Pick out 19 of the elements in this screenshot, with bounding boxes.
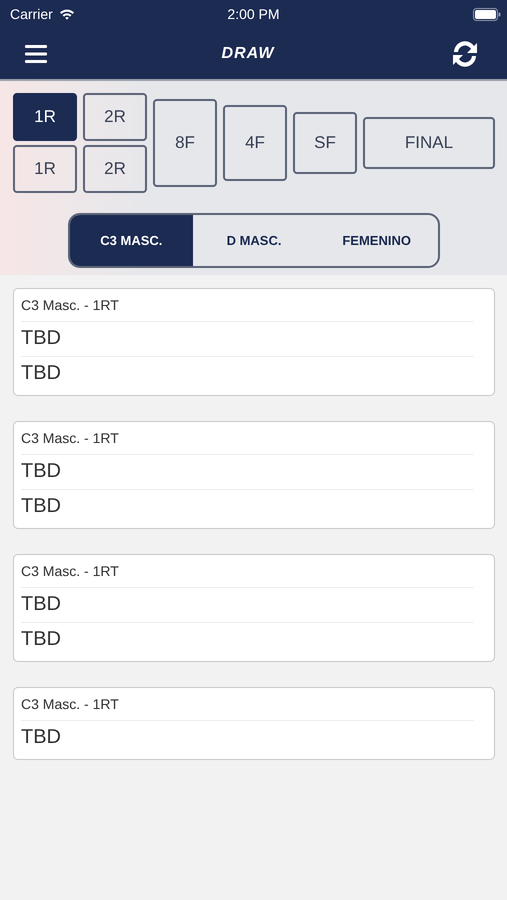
match-title: C3 Masc. - 1RT	[21, 297, 474, 322]
wifi-icon	[58, 8, 75, 20]
player-name: TBD	[21, 588, 474, 623]
player-name: TBD	[21, 627, 62, 652]
player-name: TBD	[21, 725, 62, 750]
battery-icon	[473, 8, 501, 20]
carrier-label: Carrier	[10, 6, 53, 22]
match-title: C3 Masc. - 1RT	[21, 430, 474, 455]
player-name: TBD	[21, 322, 474, 357]
menu-icon[interactable]	[25, 44, 47, 62]
status-time: 2:00 PM	[227, 6, 280, 22]
player-name: TBD	[21, 361, 62, 386]
player-name: TBD	[21, 494, 62, 519]
match-title: C3 Masc. - 1RT	[21, 563, 474, 588]
match-title: C3 Masc. - 1RT	[21, 696, 474, 721]
player-name: TBD	[21, 455, 474, 490]
category-tab[interactable]: D MASC.	[192, 215, 316, 266]
category-tab[interactable]: FEMENINO	[315, 215, 438, 266]
nav-title: DRAW	[222, 44, 274, 62]
